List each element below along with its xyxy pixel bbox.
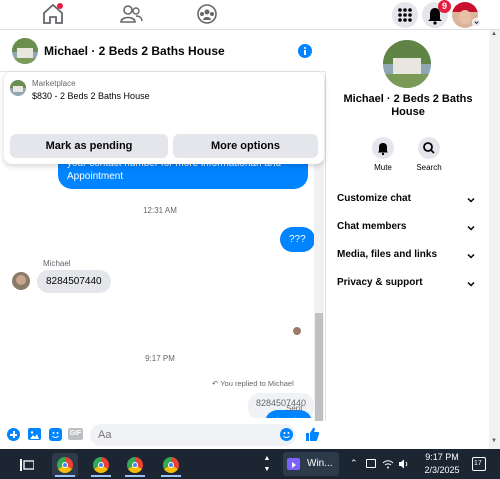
notification-center-icon[interactable]: 17 [472, 457, 486, 471]
clock-time[interactable]: 9:17 PM [420, 452, 464, 462]
message-status: Sent [286, 404, 303, 413]
groups-icon[interactable] [194, 3, 220, 25]
volume-icon[interactable] [398, 457, 410, 469]
chrome-icon[interactable] [158, 453, 184, 477]
read-receipt-avatar [293, 327, 301, 335]
search-icon [423, 142, 435, 154]
chevron-down-icon [467, 253, 475, 259]
clock-date[interactable]: 2/3/2025 [418, 465, 466, 475]
tray-chevron-icon[interactable]: ⌃ [350, 458, 358, 469]
chevron-down-icon [467, 197, 475, 203]
plus-icon[interactable] [7, 428, 20, 441]
mark-pending-button[interactable]: Mark as pending [10, 134, 168, 158]
info-icon[interactable] [298, 44, 312, 58]
panel-title: Michael · 2 Beds 2 Baths House [343, 93, 473, 118]
bell-icon [378, 143, 388, 156]
emoji-icon[interactable] [280, 428, 293, 441]
task-view-icon[interactable] [20, 458, 35, 471]
chevron-down-icon [467, 225, 475, 231]
chat-title[interactable]: Michael · 2 Beds 2 Baths House [44, 44, 225, 58]
chat-info-panel: Michael · 2 Beds 2 Baths House Mute Sear… [327, 30, 489, 449]
marketplace-card: Marketplace $830 - 2 Beds 2 Baths House … [4, 72, 324, 164]
message-bubble-incoming[interactable]: 8284507440 [37, 270, 111, 293]
privacy-support-item[interactable]: Privacy & support [337, 277, 477, 288]
menu-grid-icon[interactable] [392, 2, 418, 28]
marketplace-label: Marketplace [32, 79, 76, 88]
video-icon [287, 458, 300, 470]
image-icon[interactable] [28, 428, 41, 440]
chat-header: Michael · 2 Beds 2 Baths House [0, 30, 326, 72]
chat-scrollbar[interactable]: ▲ ▼ [314, 118, 324, 443]
media-files-links-item[interactable]: Media, files and links [337, 249, 477, 260]
customize-chat-item[interactable]: Customize chat [337, 193, 477, 204]
chrome-icon[interactable] [88, 453, 114, 477]
search-label: Search [416, 163, 442, 172]
timestamp: 9:17 PM [145, 354, 175, 363]
chat-window: Michael · 2 Beds 2 Baths House Marketpla… [0, 30, 326, 449]
replied-indicator: ↶ You replied to Michael [212, 379, 294, 388]
home-icon[interactable] [40, 3, 66, 25]
more-options-button[interactable]: More options [173, 134, 318, 158]
chevron-down-icon [467, 281, 475, 287]
video-app-label: Win... [307, 458, 333, 469]
listing-title[interactable]: $830 - 2 Beds 2 Baths House [32, 91, 150, 101]
windows-taskbar: ▲ ▼ Win... ⌃ 9:17 PM 2/3/2025 17 [0, 449, 500, 479]
sender-name: Michael [43, 259, 71, 268]
scroll-down-icon[interactable]: ▼ [491, 438, 497, 444]
video-app-button[interactable]: Win... [283, 452, 339, 476]
composer: GIF [0, 421, 326, 449]
profile-chevron-icon[interactable] [472, 18, 481, 27]
chrome-icon[interactable] [52, 453, 78, 477]
tray-device-icon[interactable] [366, 459, 376, 468]
timestamp: 12:31 AM [143, 206, 177, 215]
top-nav: 9 [0, 0, 500, 30]
message-bubble-outgoing[interactable]: ??? [280, 227, 314, 252]
message-input[interactable] [90, 424, 296, 446]
reply-arrow-icon: ↶ [212, 379, 221, 388]
page-scrollbar[interactable]: ▲ ▼ [489, 30, 500, 449]
wifi-icon[interactable] [382, 457, 394, 469]
chat-members-item[interactable]: Chat members [337, 221, 477, 232]
sticker-icon[interactable] [49, 428, 62, 441]
panel-avatar[interactable] [383, 40, 431, 88]
chat-avatar[interactable] [12, 38, 38, 64]
gif-icon[interactable]: GIF [68, 428, 83, 440]
listing-thumbnail[interactable] [10, 80, 26, 96]
home-alert-dot [57, 3, 63, 9]
scroll-thumb[interactable] [315, 313, 323, 438]
notification-badge: 9 [438, 0, 451, 13]
customize-chat-label: Customize chat [337, 193, 411, 204]
search-button[interactable] [418, 137, 440, 159]
like-icon[interactable] [304, 426, 320, 442]
mute-button[interactable] [372, 137, 394, 159]
notification-center-count: 17 [474, 460, 482, 467]
chat-members-label: Chat members [337, 221, 407, 232]
replied-label: You replied to Michael [220, 379, 294, 388]
sender-avatar[interactable] [12, 272, 30, 290]
friends-icon[interactable] [118, 3, 144, 25]
media-files-links-label: Media, files and links [337, 249, 438, 260]
scroll-up-icon[interactable]: ▲ [491, 31, 497, 37]
mute-label: Mute [374, 163, 392, 172]
chrome-icon[interactable] [122, 453, 148, 477]
privacy-support-label: Privacy & support [337, 277, 423, 288]
taskbar-overflow-icon[interactable]: ▲ ▼ [262, 453, 272, 475]
